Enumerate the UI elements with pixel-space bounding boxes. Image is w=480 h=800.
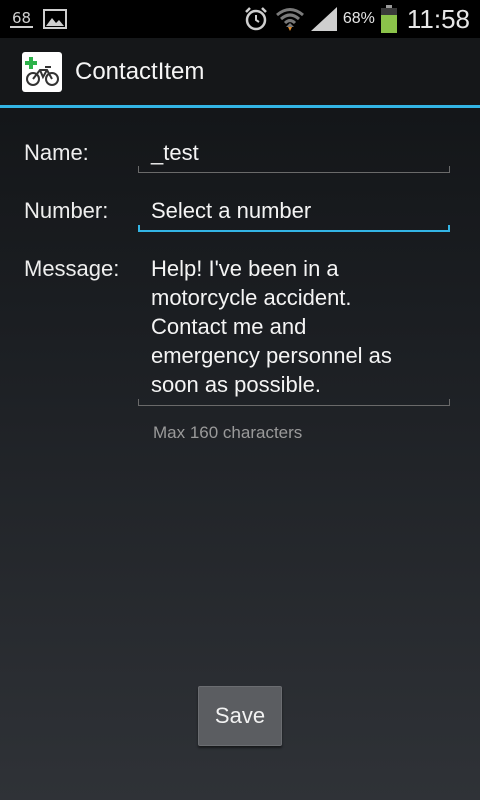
message-line: Contact me and <box>151 314 307 339</box>
message-line: soon as possible. <box>151 372 321 397</box>
action-bar: ContactItem <box>0 38 480 108</box>
number-label: Number: <box>24 198 109 223</box>
status-bar: 68 68% 11:58 <box>0 0 480 38</box>
message-hint: Max 160 characters <box>153 423 303 442</box>
message-line: motorcycle accident. <box>151 285 352 310</box>
battery-icon <box>380 5 397 33</box>
message-field-underline <box>138 399 450 406</box>
page-title: ContactItem <box>75 57 205 85</box>
name-field-underline <box>138 166 450 173</box>
message-field[interactable]: Help! I've been in a motorcycle accident… <box>138 254 450 399</box>
number-field[interactable]: Select a number <box>138 196 450 225</box>
battery-percent: 68% <box>342 10 375 27</box>
wifi-icon <box>275 6 305 32</box>
name-field[interactable]: _test <box>138 138 450 167</box>
signal-icon <box>310 7 337 31</box>
status-clock: 11:58 <box>406 3 470 34</box>
message-line: Help! I've been in a <box>151 256 339 281</box>
alarm-icon <box>243 6 269 32</box>
image-icon <box>43 9 68 29</box>
save-button[interactable]: Save <box>198 686 282 746</box>
app-logo-icon[interactable] <box>22 51 62 92</box>
name-label: Name: <box>24 140 89 165</box>
message-line: emergency personnel as <box>151 343 392 368</box>
notification-count-icon: 68 <box>10 9 34 28</box>
number-field-underline <box>138 225 450 232</box>
message-label: Message: <box>24 256 120 281</box>
